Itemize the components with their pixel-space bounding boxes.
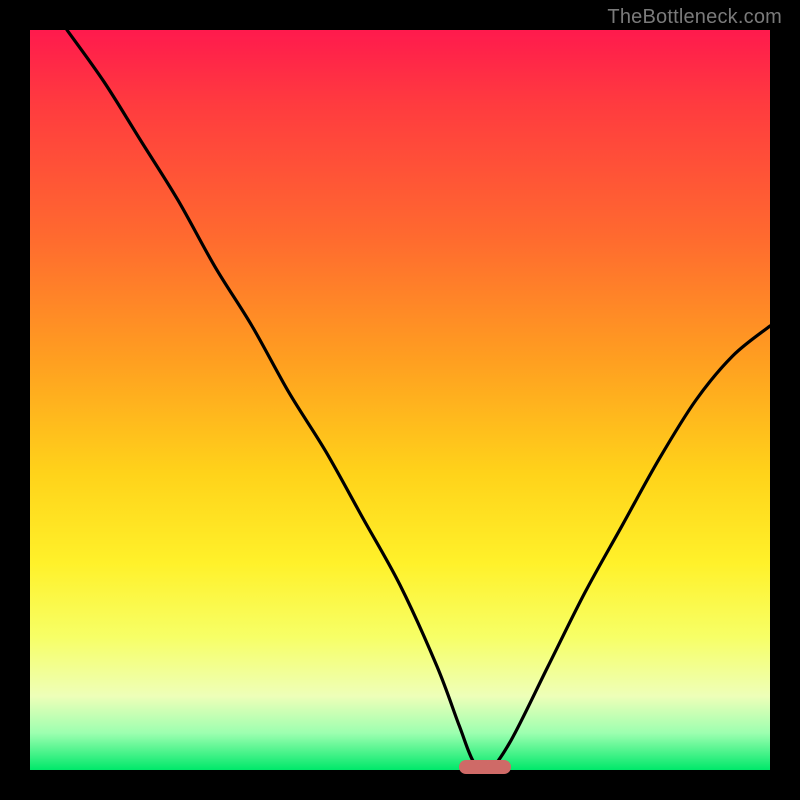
optimal-range-marker — [459, 760, 511, 774]
chart-frame: TheBottleneck.com — [0, 0, 800, 800]
plot-area — [30, 30, 770, 770]
bottleneck-curve — [30, 30, 770, 770]
watermark-text: TheBottleneck.com — [607, 6, 782, 29]
